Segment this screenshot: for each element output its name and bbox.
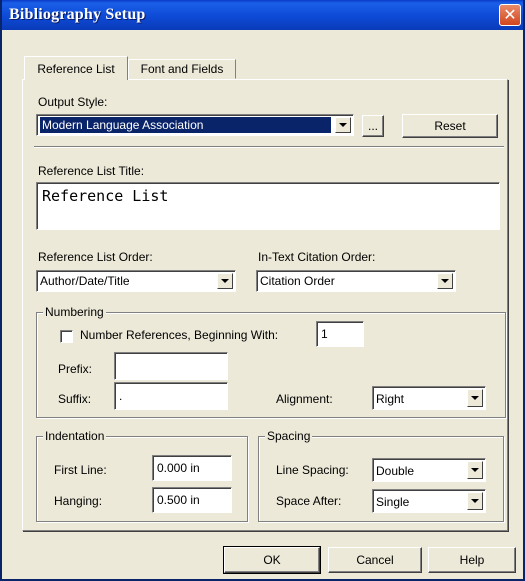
bibliography-setup-dialog: Bibliography Setup ✕ Reference List Font… xyxy=(0,0,525,581)
alignment-label: Alignment: xyxy=(276,392,333,406)
number-references-checkbox[interactable] xyxy=(60,330,73,343)
chevron-down-icon xyxy=(441,279,449,283)
window-title: Bibliography Setup xyxy=(9,6,146,23)
line-spacing-dropdown-button[interactable] xyxy=(467,461,483,479)
spacing-group-title: Spacing xyxy=(265,429,313,443)
chevron-down-icon xyxy=(221,279,229,283)
reference-list-title-label: Reference List Title: xyxy=(38,164,145,178)
reset-button[interactable]: Reset xyxy=(402,114,498,138)
reset-button-label: Reset xyxy=(434,119,466,133)
reference-list-title-input[interactable]: Reference List xyxy=(36,182,500,230)
citation-order-dropdown-button[interactable] xyxy=(437,273,453,289)
space-after-value: Single xyxy=(376,495,410,509)
space-after-dropdown-button[interactable] xyxy=(467,492,483,510)
help-button-label: Help xyxy=(459,553,485,567)
tab-reference-list[interactable]: Reference List xyxy=(24,56,128,80)
ok-button-label: OK xyxy=(263,553,281,567)
cancel-button[interactable]: Cancel xyxy=(328,547,422,573)
prefix-input[interactable] xyxy=(114,352,228,380)
reference-list-order-value: Author/Date/Title xyxy=(40,274,130,288)
space-after-select[interactable]: Single xyxy=(372,489,486,513)
line-spacing-select[interactable]: Double xyxy=(372,458,486,482)
alignment-select[interactable]: Right xyxy=(372,386,486,410)
help-button[interactable]: Help xyxy=(428,547,516,573)
prefix-label: Prefix: xyxy=(58,362,93,376)
output-style-value: Modern Language Association xyxy=(40,117,331,133)
numbering-group-title: Numbering xyxy=(43,305,106,319)
reference-list-order-dropdown-button[interactable] xyxy=(217,273,233,289)
alignment-value: Right xyxy=(376,392,405,406)
output-style-select[interactable]: Modern Language Association xyxy=(36,114,354,136)
start-number-input[interactable]: 1 xyxy=(316,321,364,347)
close-button[interactable]: ✕ xyxy=(499,4,521,26)
citation-order-select[interactable]: Citation Order xyxy=(256,270,456,292)
output-style-dropdown-button[interactable] xyxy=(335,117,351,133)
browse-styles-button[interactable]: ... xyxy=(362,115,384,137)
close-icon: ✕ xyxy=(503,5,517,24)
tab-font-and-fields-label: Font and Fields xyxy=(140,62,224,76)
ellipsis-icon: ... xyxy=(367,119,378,133)
tab-reference-list-label: Reference List xyxy=(37,61,115,76)
ok-button[interactable]: OK xyxy=(223,546,321,574)
chevron-down-icon xyxy=(471,396,479,400)
first-line-input[interactable]: 0.000 in xyxy=(152,455,232,481)
space-after-label: Space After: xyxy=(276,494,342,508)
cancel-button-label: Cancel xyxy=(356,553,394,567)
tab-font-and-fields[interactable]: Font and Fields xyxy=(128,59,236,79)
chevron-down-icon xyxy=(339,123,347,127)
first-line-label: First Line: xyxy=(54,463,107,477)
reference-list-order-label: Reference List Order: xyxy=(38,250,153,264)
reference-list-order-select[interactable]: Author/Date/Title xyxy=(36,270,236,292)
indentation-group-title: Indentation xyxy=(43,429,107,443)
chevron-down-icon xyxy=(471,499,479,503)
title-bar[interactable]: Bibliography Setup ✕ xyxy=(2,0,523,30)
number-references-label: Number References, Beginning With: xyxy=(80,328,279,342)
line-spacing-label: Line Spacing: xyxy=(276,463,349,477)
suffix-input[interactable]: . xyxy=(114,382,228,410)
chevron-down-icon xyxy=(471,468,479,472)
hanging-label: Hanging: xyxy=(54,494,103,508)
citation-order-value: Citation Order xyxy=(260,274,335,288)
alignment-dropdown-button[interactable] xyxy=(467,389,483,407)
suffix-label: Suffix: xyxy=(58,392,92,406)
citation-order-label: In-Text Citation Order: xyxy=(258,250,376,264)
separator xyxy=(34,146,504,148)
line-spacing-value: Double xyxy=(376,464,415,478)
hanging-input[interactable]: 0.500 in xyxy=(152,487,232,513)
output-style-label: Output Style: xyxy=(38,95,108,109)
